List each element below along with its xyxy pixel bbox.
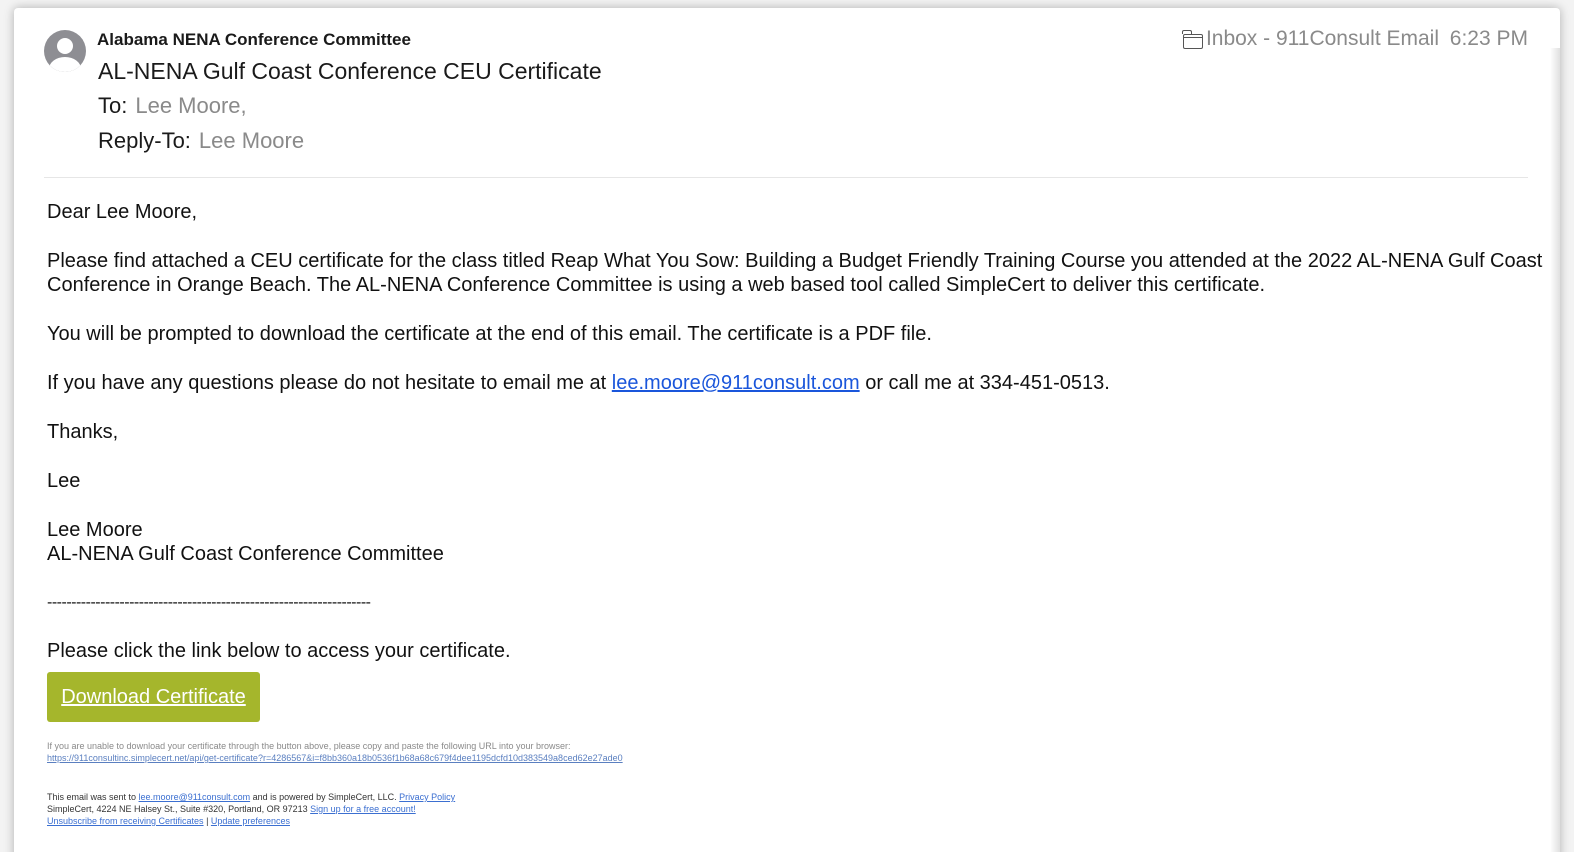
received-time: 6:23 PM bbox=[1449, 27, 1528, 50]
fallback-note: If you are unable to download your certi… bbox=[47, 740, 623, 764]
to-recipient[interactable]: Lee Moore, bbox=[135, 93, 246, 118]
folder-icon bbox=[1182, 29, 1203, 49]
signoff-line: Lee bbox=[47, 470, 81, 492]
download-prompt: Please click the link below to access yo… bbox=[47, 640, 511, 662]
footer-email-link[interactable]: lee.moore@911consult.com bbox=[139, 792, 251, 802]
body-paragraph-1: Please find attached a CEU certificate f… bbox=[47, 250, 1543, 296]
mailbox-label: Inbox - 911Consult Email bbox=[1205, 27, 1439, 50]
footer-line-1: This email was sent to lee.moore@911cons… bbox=[47, 791, 455, 803]
email-footer: This email was sent to lee.moore@911cons… bbox=[47, 791, 455, 827]
mailbox-location[interactable]: Inbox - 911Consult Email bbox=[1182, 27, 1439, 51]
avatar-shoulders bbox=[49, 57, 81, 72]
footer-powered-text: and is powered by SimpleCert, LLC. bbox=[250, 792, 400, 802]
footer-line-2: SimpleCert, 4224 NE Halsey St., Suite #3… bbox=[47, 803, 455, 815]
email-body: Dear Lee Moore, Please find attached a C… bbox=[47, 200, 1547, 688]
signature-org: AL-NENA Gulf Coast Conference Committee bbox=[47, 543, 444, 565]
certificate-url-link[interactable]: https://911consultinc.simplecert.net/api… bbox=[47, 753, 623, 763]
separator-line: ----------------------------------------… bbox=[47, 594, 371, 611]
footer-sent-to-text: This email was sent to bbox=[47, 792, 139, 802]
email-subject: AL-NENA Gulf Coast Conference CEU Certif… bbox=[98, 58, 602, 84]
para3-text-after: or call me at 334-451-0513. bbox=[859, 372, 1110, 394]
update-preferences-link[interactable]: Update preferences bbox=[211, 816, 290, 826]
to-row: To: Lee Moore, bbox=[98, 93, 247, 119]
footer-address: SimpleCert, 4224 NE Halsey St., Suite #3… bbox=[47, 804, 311, 814]
footer-line-3: Unsubscribe from receiving Certificates … bbox=[47, 815, 455, 827]
reply-to-label: Reply-To: bbox=[98, 128, 191, 153]
window-edge-shadow bbox=[1550, 48, 1560, 852]
header-divider bbox=[44, 177, 1528, 178]
unsubscribe-link[interactable]: Unsubscribe from receiving Certificates bbox=[47, 816, 204, 826]
greeting: Dear Lee Moore, bbox=[47, 201, 198, 223]
person-icon bbox=[44, 30, 86, 72]
signature: Lee Moore AL-NENA Gulf Coast Conference … bbox=[47, 518, 1547, 566]
to-label: To: bbox=[98, 93, 128, 118]
signup-link[interactable]: Sign up for a free account! bbox=[310, 804, 416, 814]
body-paragraph-2: You will be prompted to download the cer… bbox=[47, 323, 932, 345]
para3-text-before: If you have any questions please do not … bbox=[47, 372, 612, 394]
download-certificate-button[interactable]: Download Certificate bbox=[47, 672, 260, 722]
signature-name: Lee Moore bbox=[47, 519, 143, 541]
thanks-line: Thanks, bbox=[47, 421, 119, 443]
avatar-head bbox=[57, 38, 73, 54]
contact-email-link[interactable]: lee.moore@911consult.com bbox=[612, 372, 860, 394]
body-paragraph-3: If you have any questions please do not … bbox=[47, 371, 1547, 395]
privacy-policy-link[interactable]: Privacy Policy bbox=[399, 792, 455, 802]
fallback-text: If you are unable to download your certi… bbox=[47, 741, 571, 751]
reply-to-row: Reply-To: Lee Moore bbox=[98, 128, 304, 154]
reply-to-recipient[interactable]: Lee Moore bbox=[199, 128, 304, 153]
footer-pipe: | bbox=[203, 816, 211, 826]
sender-name[interactable]: Alabama NENA Conference Committee bbox=[97, 30, 411, 50]
